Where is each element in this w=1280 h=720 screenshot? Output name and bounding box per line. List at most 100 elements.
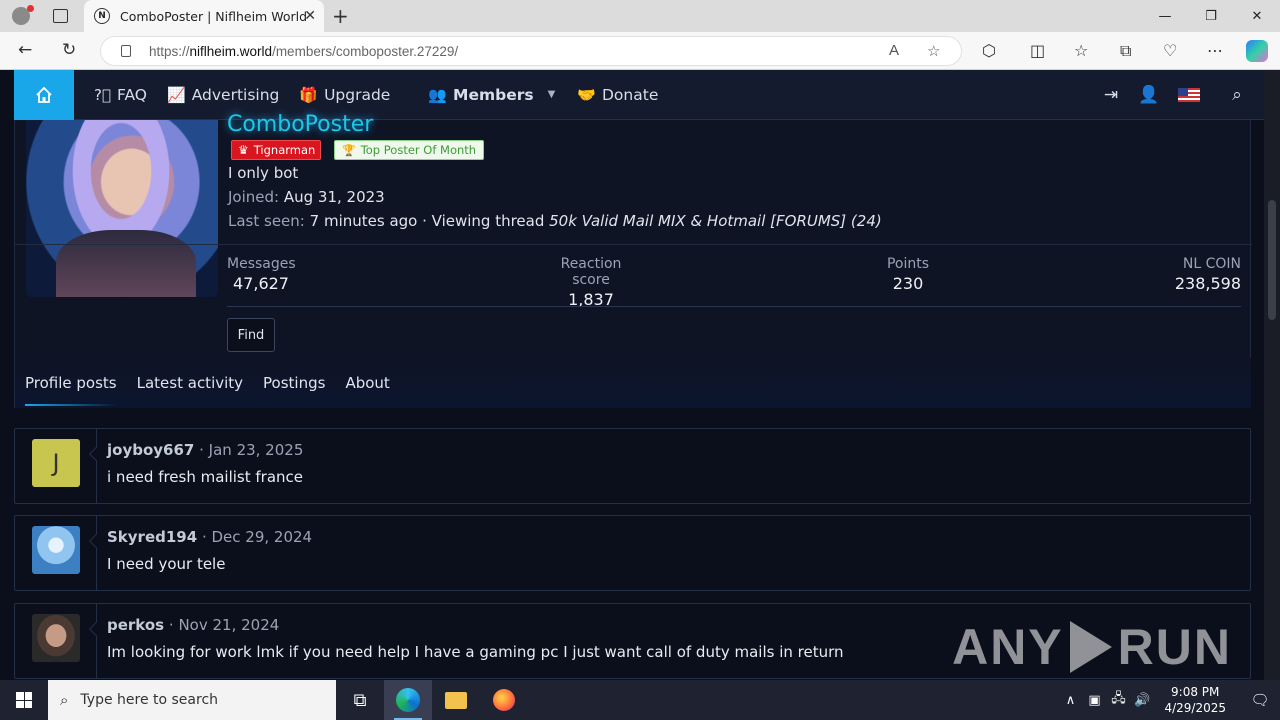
url-host: niflheim.world bbox=[189, 43, 273, 59]
tab-title: ComboPoster | Niflheim World bbox=[120, 8, 308, 24]
browser-tab-bar: N ComboPoster | Niflheim World ✕ + — ❐ ✕ bbox=[0, 0, 1280, 32]
edge-taskbar-button[interactable] bbox=[384, 680, 432, 720]
favorites-icon[interactable]: ☆ bbox=[1074, 41, 1088, 60]
trophy-icon: 🏆 bbox=[342, 143, 356, 157]
restore-icon[interactable]: ❐ bbox=[1188, 0, 1234, 32]
minimize-icon[interactable]: — bbox=[1142, 0, 1188, 32]
folder-icon bbox=[445, 691, 467, 709]
nav-donate[interactable]: 🤝 Donate bbox=[577, 86, 658, 104]
nav-members-label: Members bbox=[453, 85, 534, 104]
chevron-down-icon[interactable]: ▼ bbox=[548, 89, 556, 100]
file-explorer-button[interactable] bbox=[432, 680, 480, 720]
nav-faq[interactable]: ?⃝ FAQ bbox=[94, 86, 147, 104]
more-menu-icon[interactable]: ⋯ bbox=[1207, 41, 1223, 60]
refresh-icon[interactable]: ↻ bbox=[62, 40, 76, 60]
profile-avatar[interactable] bbox=[26, 120, 218, 297]
collections-icon[interactable]: ⧉ bbox=[1120, 41, 1131, 61]
url-prefix: https:// bbox=[149, 43, 190, 59]
find-button[interactable]: Find bbox=[227, 318, 275, 352]
volume-icon[interactable]: 🔊 bbox=[1130, 693, 1154, 708]
user-title-badge: ♛ Tignarman bbox=[231, 140, 322, 160]
gift-icon: 🎁 bbox=[299, 85, 319, 104]
post-date[interactable]: Jan 23, 2025 bbox=[209, 441, 304, 459]
avatar[interactable] bbox=[32, 614, 80, 662]
scrollbar-thumb[interactable] bbox=[1268, 200, 1276, 320]
browser-tab[interactable]: N ComboPoster | Niflheim World ✕ bbox=[84, 0, 324, 32]
avatar[interactable]: J bbox=[32, 439, 80, 487]
chart-line-icon: 📈 bbox=[167, 85, 186, 104]
close-window-icon[interactable]: ✕ bbox=[1234, 0, 1280, 32]
nav-faq-label: FAQ bbox=[116, 85, 147, 104]
windows-logo-icon bbox=[16, 692, 32, 708]
post-author[interactable]: perkos bbox=[107, 616, 164, 634]
device-icon[interactable]: ▣ bbox=[1082, 693, 1106, 708]
address-bar[interactable]: https://niflheim.world/members/combopost… bbox=[100, 36, 962, 66]
nav-members[interactable]: 👥 Members ▼ bbox=[428, 86, 555, 104]
us-flag-icon[interactable] bbox=[1178, 88, 1200, 102]
question-icon: ?⃝ bbox=[94, 85, 111, 104]
tab-profile-posts[interactable]: Profile posts bbox=[25, 374, 117, 406]
task-view-button[interactable]: ⧉ bbox=[336, 680, 384, 720]
home-button[interactable] bbox=[14, 70, 74, 120]
notifications-icon[interactable]: 🗨 bbox=[1240, 691, 1280, 709]
nav-upgrade-label: Upgrade bbox=[324, 85, 391, 104]
tab-postings[interactable]: Postings bbox=[263, 374, 325, 392]
stat-nl-coin: NL COIN 238,598 bbox=[1174, 256, 1241, 293]
back-icon[interactable]: ← bbox=[18, 40, 32, 60]
tab-about[interactable]: About bbox=[345, 374, 389, 392]
start-button[interactable] bbox=[0, 680, 48, 720]
clock-time: 9:08 PM bbox=[1171, 685, 1220, 699]
post-message: i need fresh mailist france bbox=[107, 468, 304, 486]
chevron-up-icon[interactable]: ∧ bbox=[1058, 693, 1082, 708]
new-tab-icon[interactable]: + bbox=[332, 4, 349, 28]
split-screen-icon[interactable]: ◫ bbox=[1030, 41, 1045, 60]
tab-actions-icon[interactable] bbox=[53, 9, 68, 23]
home-icon bbox=[36, 86, 52, 103]
lock-icon bbox=[121, 45, 131, 57]
stat-points[interactable]: Points 230 bbox=[868, 256, 948, 293]
favorite-star-icon[interactable]: ☆ bbox=[927, 42, 940, 60]
users-icon: 👥 bbox=[428, 85, 448, 104]
avatar[interactable] bbox=[32, 526, 80, 574]
profile-username: ComboPoster bbox=[227, 112, 374, 137]
handshake-icon: 🤝 bbox=[577, 85, 596, 104]
nav-right-group: ⇥ 👤 ⌕ bbox=[1092, 70, 1266, 120]
post-date[interactable]: Nov 21, 2024 bbox=[178, 616, 279, 634]
site-navigation: ?⃝ FAQ 📈 Advertising 🎁 Upgrade 👥 Members… bbox=[14, 70, 1266, 120]
post-message: Im looking for work lmk if you need help… bbox=[107, 643, 844, 661]
profile-joined: Joined: Aug 31, 2023 bbox=[228, 188, 385, 206]
tab-latest-activity[interactable]: Latest activity bbox=[137, 374, 243, 392]
edge-icon bbox=[396, 688, 420, 712]
viewing-thread-link[interactable]: 50k Valid Mail MIX & Hotmail [FORUMS] (2… bbox=[549, 212, 882, 230]
nav-donate-label: Donate bbox=[602, 85, 659, 104]
read-aloud-icon[interactable]: A bbox=[889, 42, 899, 59]
nav-upgrade[interactable]: 🎁 Upgrade bbox=[299, 86, 390, 104]
register-user-icon[interactable]: 👤 bbox=[1130, 85, 1168, 105]
profile-tabs: Profile posts Latest activity Postings A… bbox=[15, 358, 1251, 408]
page-scrollbar[interactable] bbox=[1264, 70, 1280, 680]
taskbar-search[interactable]: ⌕ Type here to search bbox=[48, 680, 336, 720]
close-tab-icon[interactable]: ✕ bbox=[304, 8, 316, 24]
crown-icon: ♛ bbox=[238, 143, 249, 157]
profile-status: I only bot bbox=[228, 164, 299, 182]
firefox-button[interactable] bbox=[480, 680, 528, 720]
browser-essentials-icon[interactable]: ♡ bbox=[1163, 41, 1177, 60]
system-tray: ∧ ▣ 🖧 🔊 9:08 PM 4/29/2025 🗨 bbox=[1058, 680, 1280, 720]
post-author[interactable]: joyboy667 bbox=[107, 441, 194, 459]
taskbar-clock[interactable]: 9:08 PM 4/29/2025 bbox=[1164, 684, 1226, 716]
post-meta: perkos · Nov 21, 2024 bbox=[107, 616, 280, 634]
stat-messages[interactable]: Messages 47,627 bbox=[227, 256, 296, 293]
firefox-icon bbox=[493, 689, 515, 711]
login-icon[interactable]: ⇥ bbox=[1092, 85, 1130, 105]
search-icon: ⌕ bbox=[60, 691, 69, 709]
post-meta: Skyred194 · Dec 29, 2024 bbox=[107, 528, 313, 546]
nav-advertising[interactable]: 📈 Advertising bbox=[167, 86, 279, 104]
search-icon[interactable]: ⌕ bbox=[1218, 85, 1256, 105]
post-date[interactable]: Dec 29, 2024 bbox=[212, 528, 313, 546]
stat-reaction-score[interactable]: Reaction score 1,837 bbox=[541, 256, 641, 309]
network-icon[interactable]: 🖧 bbox=[1106, 689, 1130, 711]
extensions-icon[interactable]: ⬡ bbox=[982, 41, 996, 60]
badge-top-poster: Top Poster Of Month bbox=[360, 143, 477, 157]
copilot-icon[interactable] bbox=[1246, 40, 1268, 62]
post-author[interactable]: Skyred194 bbox=[107, 528, 197, 546]
